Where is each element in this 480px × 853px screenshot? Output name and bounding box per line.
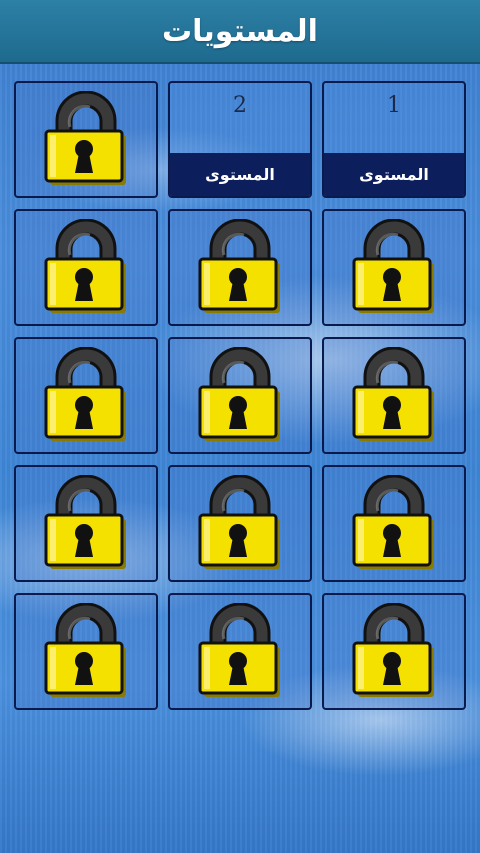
levels-grid: 1 المستوى 2 المستوى (14, 81, 466, 710)
level-tile-6[interactable] (14, 209, 158, 326)
level-tile-2[interactable]: 2 المستوى (168, 81, 312, 198)
level-tile-4[interactable] (322, 209, 466, 326)
level-tile-1[interactable]: 1 المستوى (322, 81, 466, 198)
level-tile-8[interactable] (168, 337, 312, 454)
level-tile-11[interactable] (168, 465, 312, 582)
level-tile-12[interactable] (14, 465, 158, 582)
level-tile-7[interactable] (322, 337, 466, 454)
level-number: 2 (233, 93, 247, 118)
level-label-band: المستوى (324, 153, 464, 196)
level-label: المستوى (359, 165, 429, 184)
level-tile-13[interactable] (322, 593, 466, 710)
level-label: المستوى (205, 165, 275, 184)
level-tile-9[interactable] (14, 337, 158, 454)
header-bar: المستويات (0, 0, 480, 64)
level-tile-3[interactable] (14, 81, 158, 198)
page-title: المستويات (162, 13, 318, 49)
level-tile-5[interactable] (168, 209, 312, 326)
level-tile-14[interactable] (168, 593, 312, 710)
level-label-band: المستوى (170, 153, 310, 196)
level-number: 1 (387, 93, 401, 118)
level-tile-10[interactable] (322, 465, 466, 582)
level-tile-15[interactable] (14, 593, 158, 710)
